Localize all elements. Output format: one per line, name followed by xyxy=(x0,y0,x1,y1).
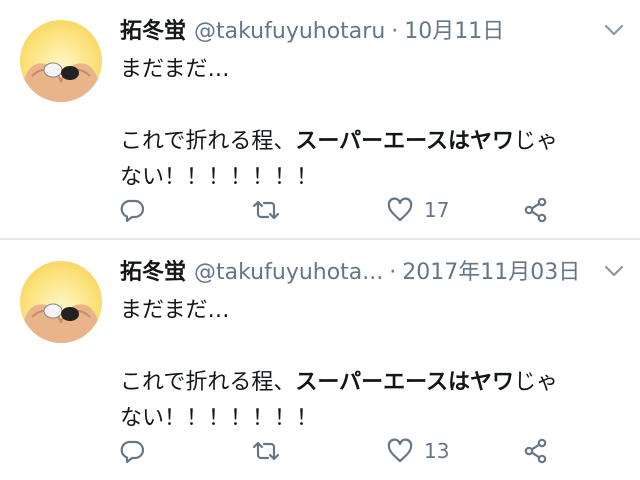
share-button[interactable] xyxy=(522,431,550,471)
tweet[interactable]: 拓冬蛍 @takufuyuhota... · 2017年11月03日 まだまだ…… xyxy=(0,241,640,480)
text-span: じゃ xyxy=(514,370,559,395)
tweet-actions: 17 xyxy=(0,190,640,230)
retweet-icon xyxy=(252,441,280,461)
separator: · xyxy=(391,19,399,44)
display-name[interactable]: 拓冬蛍 xyxy=(120,14,186,50)
retweet-icon xyxy=(252,200,280,220)
avatar[interactable] xyxy=(20,261,102,343)
reply-icon xyxy=(120,199,145,223)
tweet-header: 拓冬蛍 @takufuyuhota... · 2017年11月03日 xyxy=(120,255,580,291)
text-span: じゃ xyxy=(514,129,559,154)
tweet-line: まだまだ… xyxy=(120,57,230,82)
tweet-text: まだまだ… これで折れる程、スーパーエースはヤワじゃ ない！！！！！！！ xyxy=(120,293,620,437)
share-icon xyxy=(524,197,547,223)
bold-text-span: ヤワ xyxy=(470,129,515,154)
retweet-button[interactable] xyxy=(250,190,282,230)
bold-text-span: スーパーエースは xyxy=(295,370,471,395)
avatar-hands-image xyxy=(24,62,98,102)
separator: · xyxy=(389,260,397,285)
like-icon xyxy=(387,197,413,222)
tweet-line: これで折れる程、スーパーエースはヤワじゃ xyxy=(120,124,620,160)
reply-button[interactable] xyxy=(118,190,146,230)
tweet[interactable]: 拓冬蛍 @takufuyuhotaru · 10月11日 まだまだ… これで折れ… xyxy=(0,0,640,240)
share-button[interactable] xyxy=(522,190,550,230)
display-name[interactable]: 拓冬蛍 xyxy=(120,255,186,291)
like-count: 13 xyxy=(424,439,450,463)
text-span: これで折れる程、 xyxy=(120,370,296,395)
timeline: 拓冬蛍 @takufuyuhotaru · 10月11日 まだまだ… これで折れ… xyxy=(0,0,640,480)
like-count: 17 xyxy=(424,198,450,222)
reply-button[interactable] xyxy=(118,431,146,471)
tweet-line: これで折れる程、スーパーエースはヤワじゃ xyxy=(120,365,620,401)
tweet-line: まだまだ… xyxy=(120,298,230,323)
reply-icon xyxy=(120,440,145,464)
user-handle[interactable]: @takufuyuhotaru xyxy=(194,14,385,50)
like-icon xyxy=(387,438,413,463)
bold-text-span: ヤワ xyxy=(470,370,515,395)
tweet-actions: 13 xyxy=(0,431,640,471)
tweet-date[interactable]: 2017年11月03日 xyxy=(402,255,580,291)
tweet-header: 拓冬蛍 @takufuyuhotaru · 10月11日 xyxy=(120,14,504,50)
text-span: これで折れる程、 xyxy=(120,129,296,154)
avatar-hands-image xyxy=(24,303,98,343)
bold-text-span: スーパーエースは xyxy=(295,129,471,154)
like-button[interactable]: 13 xyxy=(386,431,449,471)
user-handle[interactable]: @takufuyuhota... xyxy=(194,255,383,291)
retweet-button[interactable] xyxy=(250,431,282,471)
share-icon xyxy=(524,438,547,464)
divider xyxy=(0,238,640,240)
tweet-date[interactable]: 10月11日 xyxy=(404,14,504,50)
like-button[interactable]: 17 xyxy=(386,190,449,230)
chevron-down-icon[interactable] xyxy=(604,22,624,36)
avatar[interactable] xyxy=(20,20,102,102)
tweet-text: まだまだ… これで折れる程、スーパーエースはヤワじゃ ない！！！！！！！ xyxy=(120,52,620,196)
chevron-down-icon[interactable] xyxy=(604,263,624,277)
